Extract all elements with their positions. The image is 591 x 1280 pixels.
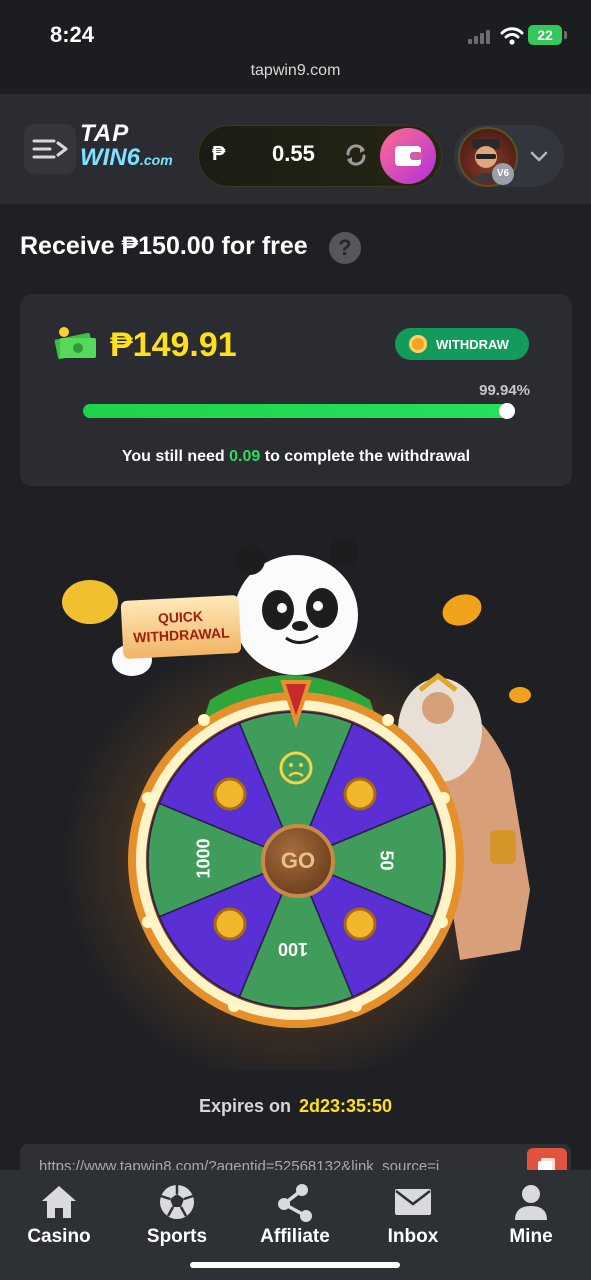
segment-coin <box>343 907 377 941</box>
nav-label: Casino <box>27 1226 91 1247</box>
menu-button[interactable] <box>24 124 76 174</box>
segment-coin <box>343 777 377 811</box>
help-icon[interactable]: ? <box>329 232 361 264</box>
withdraw-label: WITHDRAW <box>436 337 509 352</box>
nav-label: Sports <box>146 1226 208 1247</box>
progress-bar-fill <box>83 404 509 418</box>
user-icon <box>515 1185 547 1220</box>
mail-icon <box>395 1189 431 1215</box>
coin-left <box>62 580 118 624</box>
status-time: 8:24 <box>50 22 95 47</box>
home-icon <box>42 1186 76 1218</box>
bonus-amount: ₱149.91 <box>110 326 237 364</box>
balance-amount: 0.55 <box>272 141 315 166</box>
withdraw-requirement: You still need 0.09 to complete the with… <box>121 448 471 465</box>
nav-affiliate[interactable]: Affiliate <box>240 1182 350 1252</box>
nav-mine[interactable]: Mine <box>476 1182 586 1252</box>
segment-label-100: 100 <box>278 939 309 959</box>
logo-line2: WIN6.com <box>80 144 173 171</box>
home-indicator <box>190 1262 400 1268</box>
segment-coin <box>213 777 247 811</box>
segment-label-50: 50 <box>376 850 397 871</box>
coin-icon <box>409 335 427 353</box>
nav-label: Inbox <box>387 1226 439 1247</box>
nav-sports[interactable]: Sports <box>122 1182 232 1252</box>
battery-indicator: 22 <box>528 25 562 45</box>
wallet-icon <box>395 146 422 166</box>
status-bar: 8:24 22 tapwin9.com <box>0 0 591 94</box>
progress-percent: 99.94% <box>479 382 530 399</box>
page-title: Receive ₱150.00 for free <box>20 232 308 260</box>
refresh-icon[interactable] <box>342 141 370 169</box>
nav-label: Mine <box>509 1226 553 1247</box>
spin-go-button[interactable]: GO <box>261 824 335 898</box>
expires-label: Expires on <box>198 1096 291 1116</box>
balance-pill: ₱ 0.55 <box>198 125 442 187</box>
signal-icon <box>468 30 494 44</box>
user-menu[interactable]: V6 <box>454 125 564 187</box>
cash-icon <box>54 327 96 360</box>
soccer-ball-icon <box>160 1185 194 1219</box>
browser-url[interactable]: tapwin9.com <box>0 62 591 80</box>
share-icon <box>278 1184 312 1222</box>
coin-small <box>509 687 531 703</box>
progress-bar <box>83 403 515 419</box>
quick-withdrawal-badge: QUICK WITHDRAWAL <box>120 594 242 660</box>
segment-coin <box>213 907 247 941</box>
brand-logo[interactable]: TAP WIN6.com <box>80 122 173 170</box>
wallet-button[interactable] <box>380 128 436 184</box>
logo-line1: TAP <box>80 120 130 147</box>
progress-knob <box>498 403 515 419</box>
segment-label-1000: 1000 <box>193 838 214 879</box>
nav-inbox[interactable]: Inbox <box>358 1182 468 1252</box>
wifi-icon <box>500 27 524 45</box>
nav-casino[interactable]: Casino <box>4 1182 114 1252</box>
battery-tip <box>564 31 567 39</box>
vip-badge: V6 <box>492 163 514 185</box>
currency-symbol: ₱ <box>212 143 226 165</box>
chevron-down-icon[interactable] <box>528 145 550 167</box>
nav-label: Affiliate <box>260 1226 330 1247</box>
withdraw-progress-card: ₱149.91 WITHDRAW 99.94% You still need 0… <box>20 294 572 486</box>
expires-value: 2d23:35:50 <box>298 1096 393 1116</box>
expiry-countdown: Expires on 2d23:35:50 <box>0 1096 591 1117</box>
wheel-art <box>60 537 531 1090</box>
withdraw-button[interactable]: WITHDRAW <box>395 328 529 360</box>
remaining-amount: 0.09 <box>229 448 261 465</box>
app-header: TAP WIN6.com ₱ 0.55 V6 <box>0 94 591 204</box>
coin-right <box>442 594 482 626</box>
lucky-wheel-illustration: QUICK WITHDRAWAL 1000 50 100 GO <box>40 530 560 1090</box>
menu-icon <box>32 139 68 159</box>
